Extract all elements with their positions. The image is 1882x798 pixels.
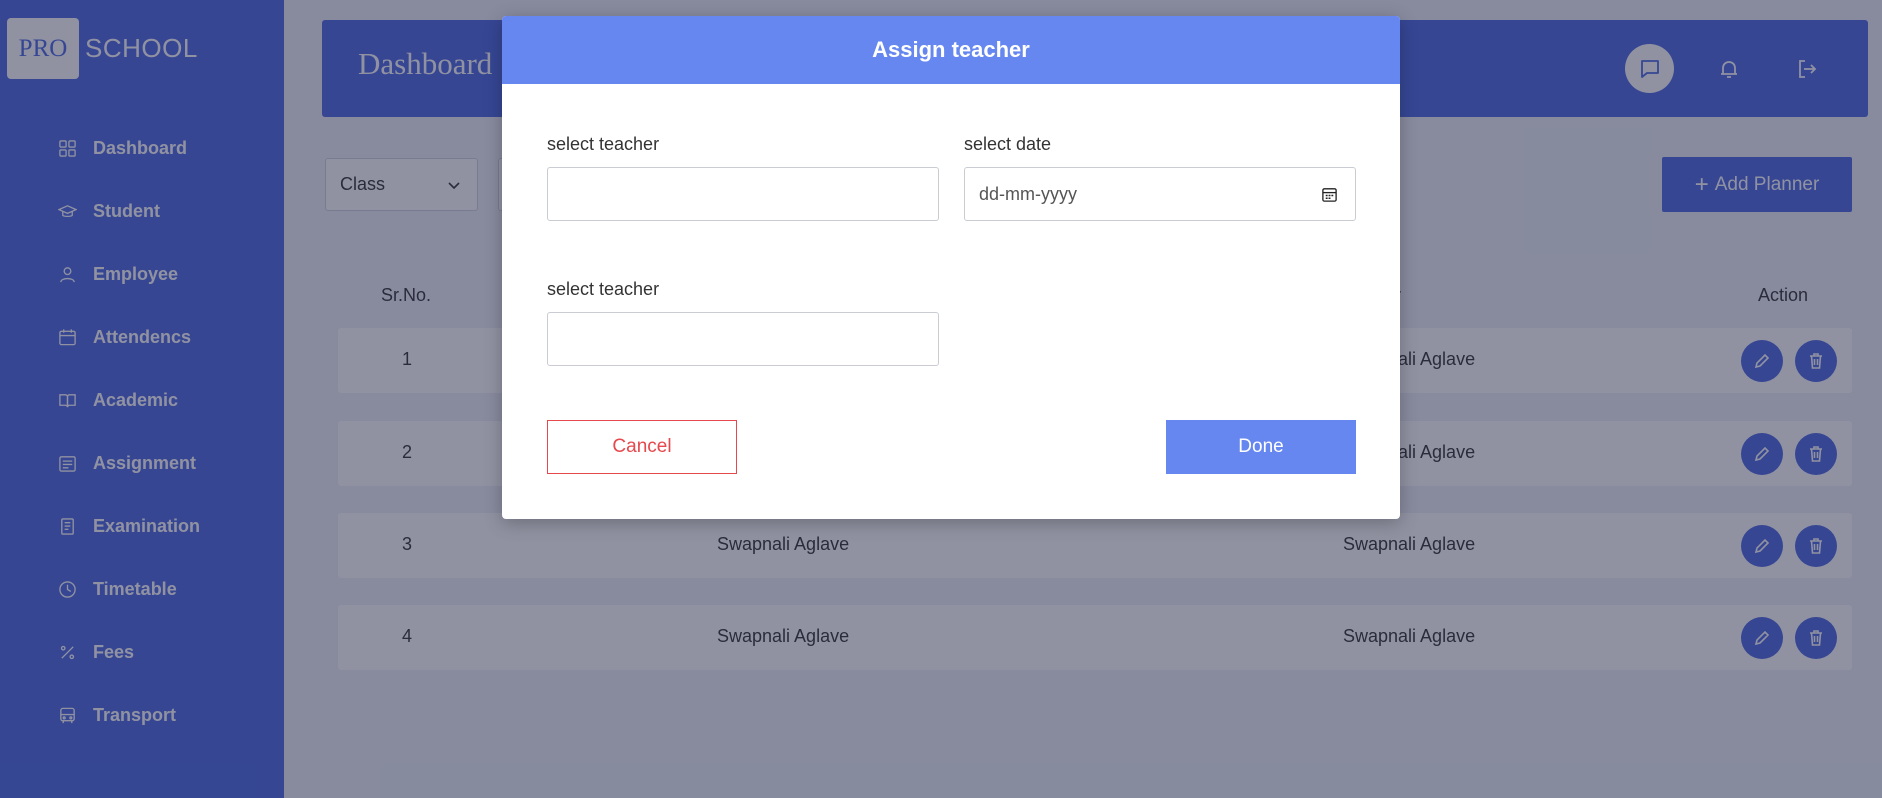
assign-teacher-modal: Assign teacher select teacher select dat…	[502, 16, 1400, 519]
done-button[interactable]: Done	[1166, 420, 1356, 474]
teacher-select-field[interactable]	[547, 167, 939, 221]
date-placeholder: dd-mm-yyyy	[979, 183, 1077, 204]
calendar-icon[interactable]	[1321, 186, 1338, 203]
teacher-field-label-2: select teacher	[547, 279, 660, 299]
date-field[interactable]: dd-mm-yyyy	[964, 167, 1356, 221]
modal-header: Assign teacher	[502, 16, 1400, 84]
teacher-field-label: select teacher	[547, 134, 660, 154]
modal-title: Assign teacher	[872, 37, 1030, 62]
teacher-select-field-2[interactable]	[547, 312, 939, 366]
date-field-label: select date	[964, 134, 1052, 154]
cancel-button[interactable]: Cancel	[547, 420, 737, 474]
